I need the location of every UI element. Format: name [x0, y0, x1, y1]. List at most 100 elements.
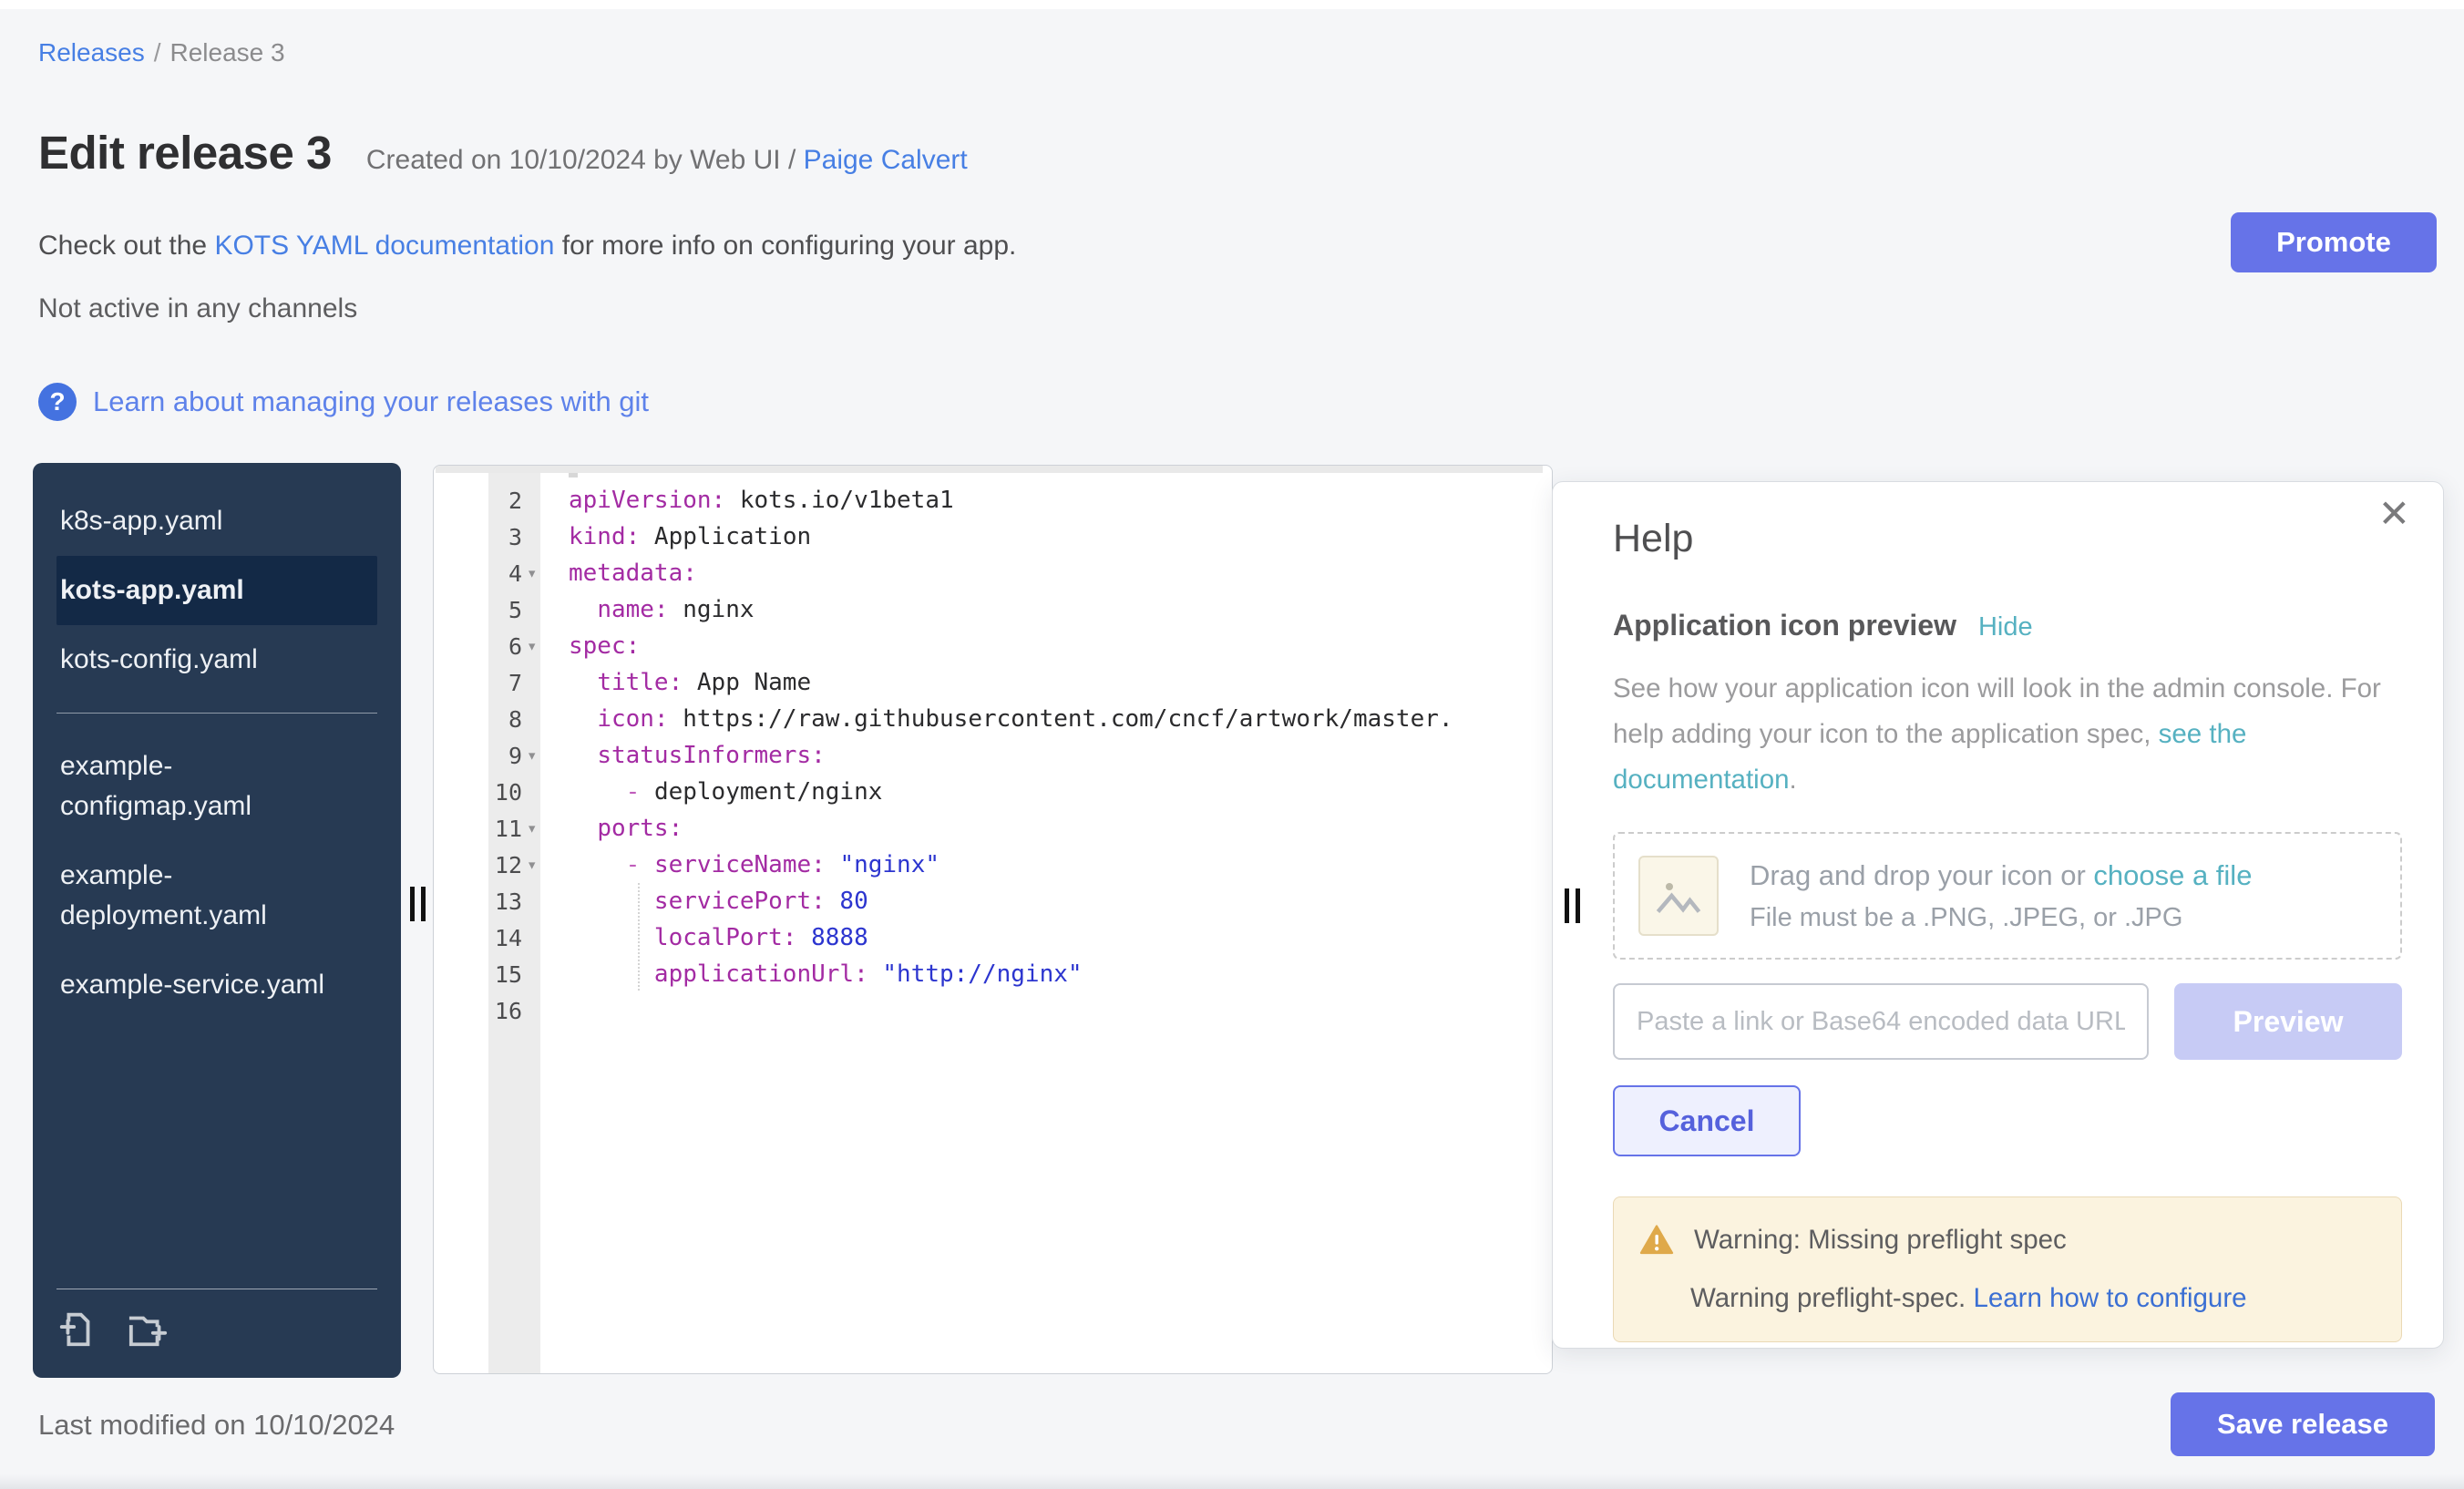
line-number: 11 — [434, 816, 522, 842]
help-panel: ✕ Help Application icon preview Hide See… — [1552, 481, 2444, 1349]
code-line-6: 6▾spec: — [434, 628, 1552, 664]
file-item-example-service.yaml[interactable]: example-service.yaml — [56, 950, 377, 1020]
cancel-button[interactable]: Cancel — [1613, 1085, 1801, 1156]
fold-arrow-icon[interactable]: ▾ — [522, 636, 555, 656]
code-text: - serviceName: "nginx" — [555, 851, 939, 878]
author-link[interactable]: Paige Calvert — [804, 145, 968, 175]
fold-arrow-icon[interactable]: ▾ — [522, 745, 555, 765]
warning-triangle-icon — [1639, 1225, 1674, 1256]
file-group-divider — [56, 713, 377, 714]
icon-preview-heading: Application icon preview — [1613, 609, 1956, 642]
dropzone-text: Drag and drop your icon or — [1750, 859, 2093, 891]
last-modified-label: Last modified on 10/10/2024 — [38, 1409, 395, 1442]
line-number: 5 — [434, 597, 522, 623]
file-item-example-configmap.yaml[interactable]: example-configmap.yaml — [56, 732, 377, 841]
code-line-16: 16 — [434, 992, 1552, 1029]
file-item-example-deployment.yaml[interactable]: example-deployment.yaml — [56, 841, 377, 950]
fold-arrow-icon[interactable]: ▾ — [522, 563, 555, 583]
preview-button[interactable]: Preview — [2174, 983, 2402, 1060]
line-number: 14 — [434, 925, 522, 951]
edit-release-page: Releases / Release 3 Edit release 3 Create… — [0, 0, 2464, 1489]
code-text: servicePort: 80 — [555, 888, 868, 915]
hide-link[interactable]: Hide — [1978, 612, 2033, 642]
line-number: 3 — [434, 524, 522, 550]
line-number: 15 — [434, 961, 522, 988]
file-tree-sidebar: k8s-app.yamlkots-app.yamlkots-config.yam… — [33, 463, 401, 1378]
code-text: title: App Name — [555, 669, 811, 696]
breadcrumb: Releases / Release 3 — [38, 38, 285, 67]
breadcrumb-releases-link[interactable]: Releases — [38, 38, 145, 67]
page-title: Edit release 3 — [38, 126, 332, 180]
editor-top-strip — [436, 466, 1543, 473]
channel-status: Not active in any channels — [38, 293, 357, 324]
code-text: apiVersion: kots.io/v1beta1 — [555, 487, 954, 514]
dropzone-filetypes: File must be a .PNG, .JPEG, or .JPG — [1750, 903, 2252, 933]
preflight-warning-box: Warning: Missing preflight spec Warning … — [1613, 1196, 2402, 1342]
line-number: 13 — [434, 888, 522, 915]
save-release-button[interactable]: Save release — [2171, 1392, 2435, 1456]
code-rows: 1---2apiVersion: kots.io/v1beta13kind: A… — [434, 465, 1552, 1029]
code-text: statusInformers: — [555, 742, 826, 769]
image-placeholder-icon — [1638, 856, 1719, 936]
code-line-13: 13 servicePort: 80 — [434, 883, 1552, 919]
code-text: icon: https://raw.githubusercontent.com/… — [555, 705, 1453, 733]
line-number: 16 — [434, 998, 522, 1024]
line-number: 4 — [434, 560, 522, 587]
file-list: k8s-app.yamlkots-app.yamlkots-config.yam… — [33, 487, 401, 1020]
yaml-editor[interactable]: 1---2apiVersion: kots.io/v1beta13kind: A… — [433, 465, 1553, 1374]
docs-line-pre: Check out the — [38, 231, 214, 261]
line-number: 2 — [434, 488, 522, 514]
icon-dropzone[interactable]: Drag and drop your icon or choose a file… — [1613, 832, 2402, 960]
code-line-10: 10 - deployment/nginx — [434, 774, 1552, 810]
line-number: 8 — [434, 706, 522, 733]
choose-file-link[interactable]: choose a file — [2093, 859, 2252, 891]
docs-line-post: for more info on configuring your app. — [554, 231, 1016, 261]
title-row: Edit release 3 Created on 10/10/2024 by … — [38, 126, 968, 180]
new-file-icon[interactable] — [56, 1308, 98, 1354]
warning-detail-text: Warning preflight-spec. — [1690, 1283, 1973, 1313]
sidebar-resize-handle[interactable] — [410, 887, 432, 921]
fold-arrow-icon[interactable]: ▾ — [522, 818, 555, 838]
fold-arrow-icon[interactable]: ▾ — [522, 855, 555, 875]
kots-yaml-docs-link[interactable]: KOTS YAML documentation — [214, 231, 554, 261]
new-folder-icon[interactable] — [126, 1308, 171, 1354]
description-period: . — [1790, 765, 1797, 795]
code-text: metadata: — [555, 560, 697, 587]
code-line-12: 12▾ - serviceName: "nginx" — [434, 847, 1552, 883]
line-number: 6 — [434, 633, 522, 660]
warning-detail: Warning preflight-spec. Learn how to con… — [1690, 1283, 2376, 1314]
code-line-9: 9▾ statusInformers: — [434, 737, 1552, 774]
learn-how-to-configure-link[interactable]: Learn how to configure — [1973, 1283, 2246, 1313]
indent-guide — [638, 883, 640, 991]
git-releases-link[interactable]: Learn about managing your releases with … — [93, 385, 649, 418]
code-text: - deployment/nginx — [555, 778, 882, 806]
code-line-11: 11▾ ports: — [434, 810, 1552, 847]
created-meta: Created on 10/10/2024 by Web UI / Paige … — [366, 145, 968, 176]
git-banner: ? Learn about managing your releases wit… — [38, 383, 649, 421]
file-item-kots-config.yaml[interactable]: kots-config.yaml — [56, 625, 377, 694]
code-text: applicationUrl: "http://nginx" — [555, 960, 1083, 988]
promote-button[interactable]: Promote — [2231, 212, 2437, 272]
file-item-k8s-app.yaml[interactable]: k8s-app.yaml — [56, 487, 377, 556]
code-line-4: 4▾metadata: — [434, 555, 1552, 591]
line-number: 7 — [434, 670, 522, 696]
description-text: See how your application icon will look … — [1613, 673, 2381, 749]
help-panel-resize-handle[interactable] — [1565, 888, 1586, 923]
file-item-kots-app.yaml[interactable]: kots-app.yaml — [56, 556, 377, 625]
code-line-2: 2 apiVersion: kots.io/v1beta1 — [434, 482, 1552, 519]
sidebar-actions — [33, 1272, 401, 1378]
breadcrumb-separator: / — [154, 38, 161, 67]
breadcrumb-current: Release 3 — [170, 38, 285, 67]
code-line-14: 14 localPort: 8888 — [434, 919, 1552, 956]
code-text: kind: Application — [555, 523, 811, 550]
icon-url-input[interactable] — [1613, 983, 2149, 1060]
line-number: 9 — [434, 743, 522, 769]
code-text: name: nginx — [555, 596, 755, 623]
docs-line: Check out the KOTS YAML documentation fo… — [38, 231, 1016, 262]
top-strip — [0, 0, 2464, 9]
code-line-8: 8 icon: https://raw.githubusercontent.co… — [434, 701, 1552, 737]
created-text: Created on 10/10/2024 by Web UI / — [366, 145, 804, 175]
code-line-3: 3 kind: Application — [434, 519, 1552, 555]
code-text: localPort: 8888 — [555, 924, 868, 951]
icon-preview-description: See how your application icon will look … — [1613, 666, 2402, 803]
